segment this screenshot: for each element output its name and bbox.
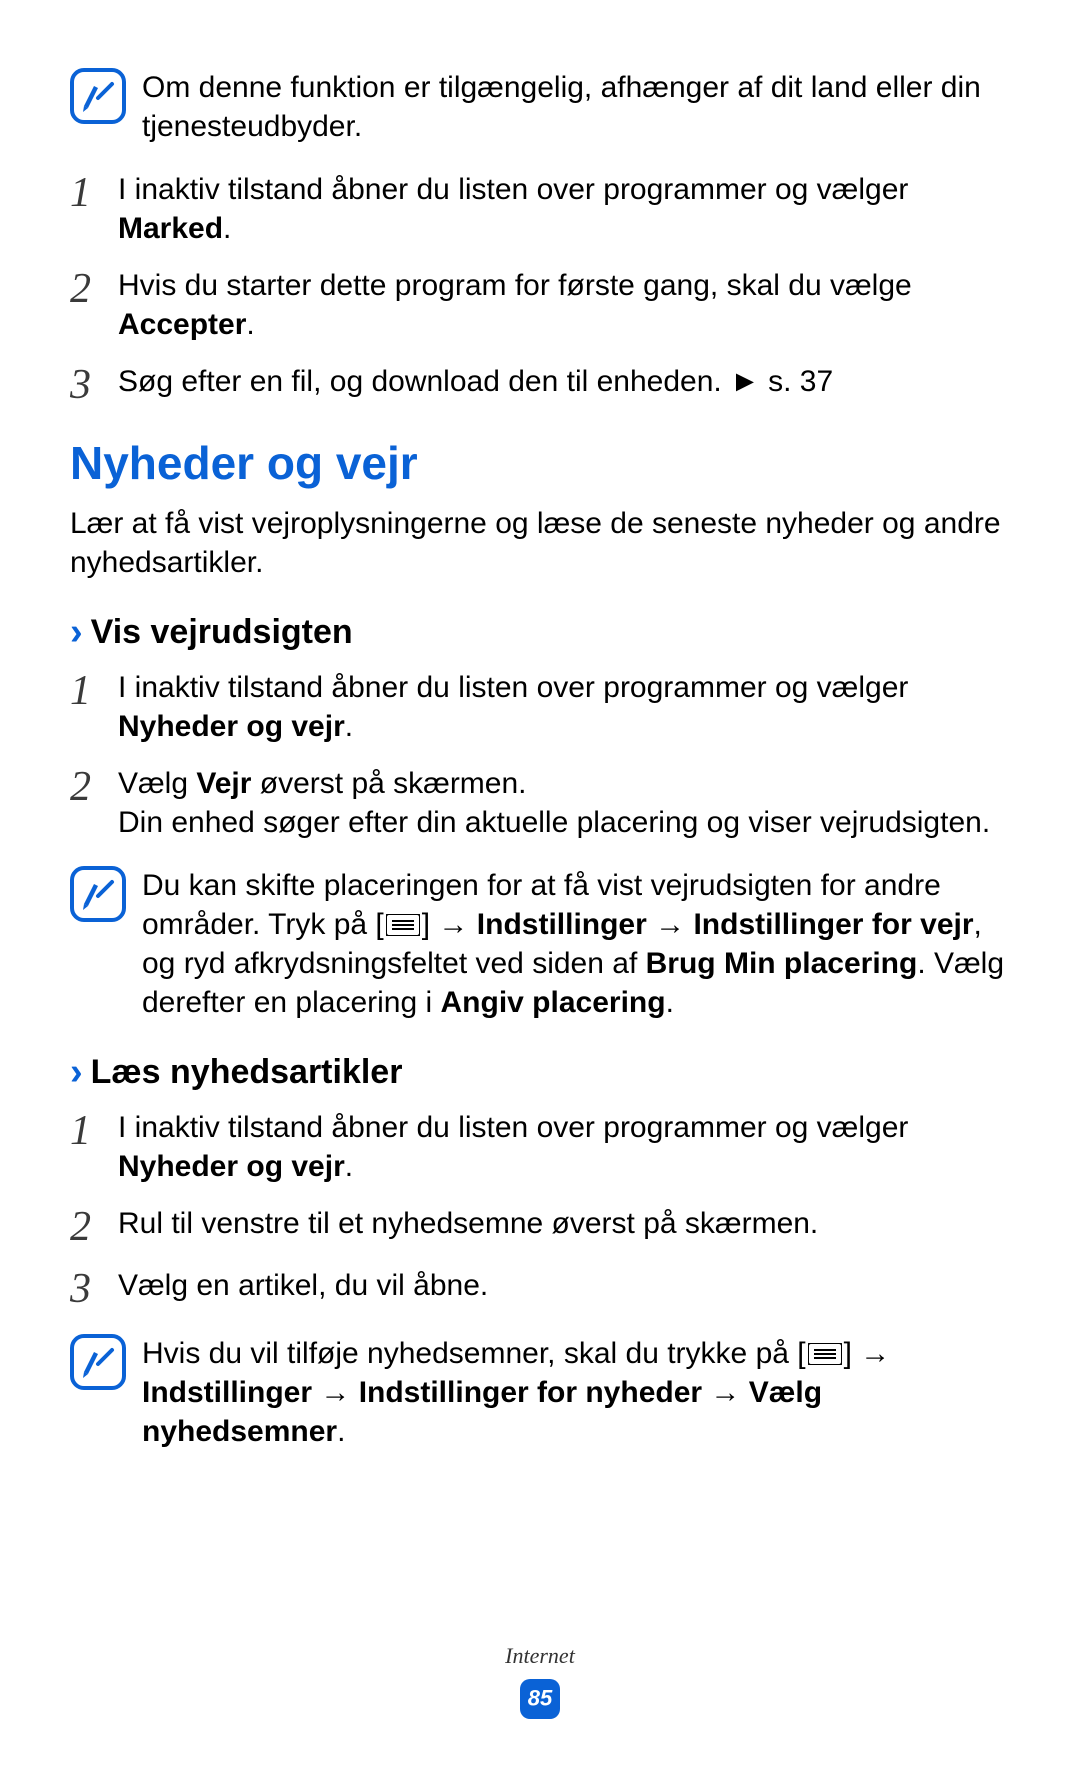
step-text-end: . (246, 308, 254, 341)
note-seg: ] → (422, 908, 477, 941)
menu-key-icon (808, 1343, 842, 1365)
step-body: Rul til venstre til et nyhedsemne øverst… (118, 1204, 1010, 1243)
step-text-end: . (223, 212, 231, 245)
note-change-location: Du kan skifte placeringen for at få vist… (70, 866, 1010, 1022)
note-availability: Om denne funktion er tilgængelig, afhæng… (70, 68, 1010, 146)
steps-marked: 1 I inaktiv tilstand åbner du listen ove… (70, 170, 1010, 406)
step-bold: Vejr (196, 767, 251, 800)
step-number: 2 (70, 764, 118, 808)
step-text-end: øverst på skærmen. (251, 767, 526, 800)
note-text: Om denne funktion er tilgængelig, afhæng… (142, 68, 1010, 146)
step-text: Rul til venstre til et nyhedsemne øverst… (118, 1207, 818, 1240)
step-number: 1 (70, 668, 118, 712)
note-bold: Indstillinger for vejr (693, 908, 973, 941)
section-title-news-weather: Nyheder og vejr (70, 434, 1010, 494)
note-icon (70, 68, 126, 124)
note-seg: Hvis du vil tilføje nyhedsemner, skal du… (142, 1337, 806, 1370)
step-text: Hvis du starter dette program for første… (118, 269, 912, 302)
step-body: I inaktiv tilstand åbner du listen over … (118, 1108, 1010, 1186)
page-number-badge: 85 (518, 1677, 562, 1721)
note-icon (70, 866, 126, 922)
steps-news: 1 I inaktiv tilstand åbner du listen ove… (70, 1108, 1010, 1310)
menu-key-icon (386, 914, 420, 936)
step-number: 3 (70, 1266, 118, 1310)
subsection-title: Læs nyhedsartikler (91, 1050, 403, 1094)
step-body: I inaktiv tilstand åbner du listen over … (118, 668, 1010, 746)
step-2: 2 Hvis du starter dette program for førs… (70, 266, 1010, 344)
note-bold: Indstillinger (142, 1376, 312, 1409)
step-extra: Din enhed søger efter din aktuelle place… (118, 803, 1010, 842)
step-body: Vælg en artikel, du vil åbne. (118, 1266, 1010, 1305)
step-text: I inaktiv tilstand åbner du listen over … (118, 173, 908, 206)
step-body: Søg efter en fil, og download den til en… (118, 362, 1010, 401)
step-bold: Accepter (118, 308, 246, 341)
footer-section-label: Internet (0, 1642, 1080, 1671)
step-text: I inaktiv tilstand åbner du listen over … (118, 1111, 908, 1144)
subsection-weather: › Vis vejrudsigten (70, 610, 1010, 654)
step-2: 2 Rul til venstre til et nyhedsemne øver… (70, 1204, 1010, 1248)
step-number: 1 (70, 1108, 118, 1152)
step-number: 3 (70, 362, 118, 406)
page-number: 85 (518, 1685, 562, 1714)
page-footer: Internet 85 (0, 1642, 1080, 1731)
step-number: 2 (70, 1204, 118, 1248)
note-bold: Brug Min placering (646, 947, 918, 980)
chevron-icon: › (70, 613, 83, 651)
note-text: Hvis du vil tilføje nyhedsemner, skal du… (142, 1334, 1010, 1451)
step-text-end: . (345, 1150, 353, 1183)
step-1: 1 I inaktiv tilstand åbner du listen ove… (70, 1108, 1010, 1186)
step-number: 2 (70, 266, 118, 310)
step-number: 1 (70, 170, 118, 214)
step-3: 3 Søg efter en fil, og download den til … (70, 362, 1010, 406)
note-bold: Angiv placering (441, 986, 666, 1019)
step-text: I inaktiv tilstand åbner du listen over … (118, 671, 908, 704)
note-add-topics: Hvis du vil tilføje nyhedsemner, skal du… (70, 1334, 1010, 1451)
subsection-title: Vis vejrudsigten (91, 610, 353, 654)
note-seg: ] → (844, 1337, 891, 1370)
step-text: Vælg (118, 767, 196, 800)
section-description: Lær at få vist vejroplysningerne og læse… (70, 504, 1010, 582)
step-1: 1 I inaktiv tilstand åbner du listen ove… (70, 170, 1010, 248)
step-body: Hvis du starter dette program for første… (118, 266, 1010, 344)
subsection-news: › Læs nyhedsartikler (70, 1050, 1010, 1094)
step-text: Søg efter en fil, og download den til en… (118, 365, 833, 398)
step-text-end: . (345, 710, 353, 743)
step-bold: Marked (118, 212, 223, 245)
note-seg: → (312, 1376, 359, 1409)
step-bold: Nyheder og vejr (118, 710, 345, 743)
step-text: Vælg en artikel, du vil åbne. (118, 1269, 488, 1302)
chevron-icon: › (70, 1053, 83, 1091)
note-seg: → (702, 1376, 749, 1409)
step-2: 2 Vælg Vejr øverst på skærmen. Din enhed… (70, 764, 1010, 842)
note-bold: Indstillinger for nyheder (359, 1376, 702, 1409)
steps-weather: 1 I inaktiv tilstand åbner du listen ove… (70, 668, 1010, 842)
step-body: Vælg Vejr øverst på skærmen. Din enhed s… (118, 764, 1010, 842)
note-seg: → (647, 908, 694, 941)
note-bold: Indstillinger (477, 908, 647, 941)
step-bold: Nyheder og vejr (118, 1150, 345, 1183)
note-text: Du kan skifte placeringen for at få vist… (142, 866, 1010, 1022)
note-seg: . (666, 986, 674, 1019)
step-3: 3 Vælg en artikel, du vil åbne. (70, 1266, 1010, 1310)
note-icon (70, 1334, 126, 1390)
step-1: 1 I inaktiv tilstand åbner du listen ove… (70, 668, 1010, 746)
step-body: I inaktiv tilstand åbner du listen over … (118, 170, 1010, 248)
note-seg: . (337, 1415, 345, 1448)
